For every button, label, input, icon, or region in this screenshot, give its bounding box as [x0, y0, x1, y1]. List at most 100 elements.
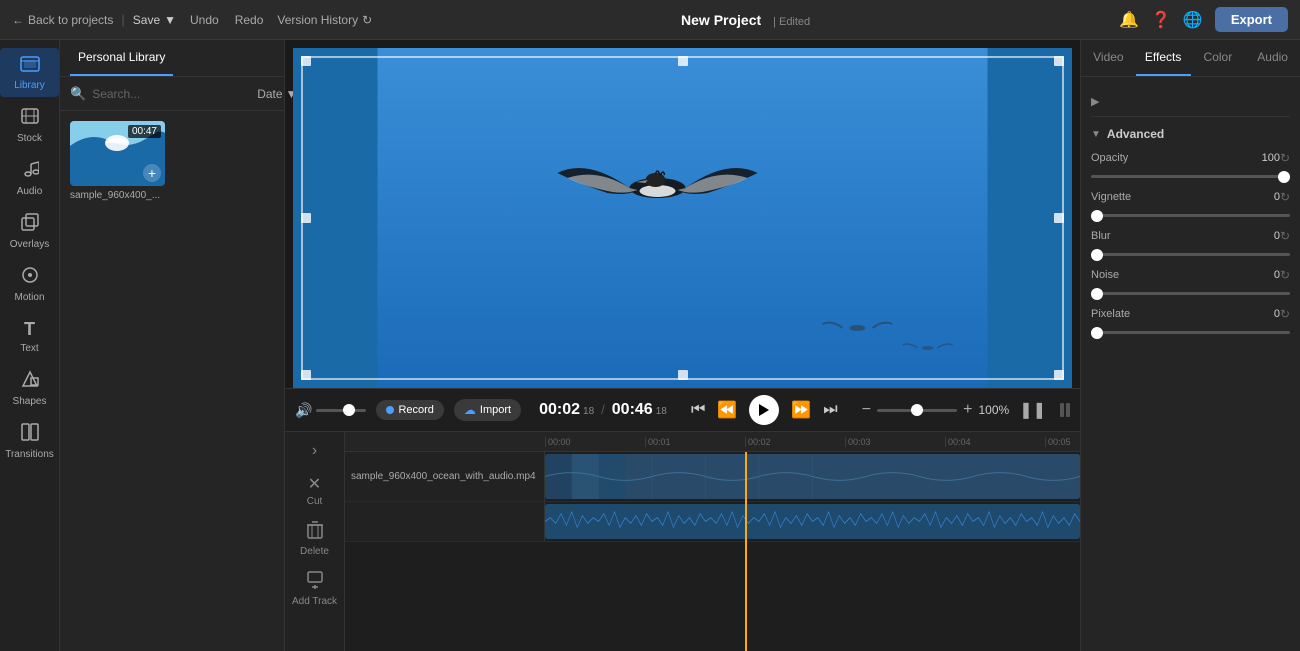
sidebar-item-transitions[interactable]: Transitions [0, 417, 59, 466]
audio-waveform [545, 504, 1080, 539]
opacity-slider[interactable] [1091, 175, 1290, 178]
version-history-button[interactable]: Version History ↻ [277, 13, 372, 27]
library-content: 00:47 + sample_960x400_... [60, 111, 284, 651]
topbar: ← Back to projects | Save ▼ Undo Redo Ve… [0, 0, 1300, 40]
shapes-label: Shapes [13, 396, 47, 407]
sidebar-item-shapes[interactable]: Shapes [0, 364, 59, 413]
tab-audio[interactable]: Audio [1245, 40, 1300, 76]
project-title: New Project | Edited [384, 12, 1107, 28]
add-track-button[interactable]: Add Track [285, 567, 344, 611]
search-input[interactable] [92, 87, 247, 101]
zoom-out-icon[interactable]: − [862, 401, 871, 419]
sidebar-item-audio[interactable]: Audio [0, 154, 59, 203]
thumbnail-add-icon[interactable]: + [143, 164, 161, 182]
resize-handle-tl[interactable] [301, 56, 311, 66]
skip-to-end-button[interactable]: ⏭ [823, 401, 837, 419]
shapes-icon [21, 370, 39, 393]
resize-handle-ml[interactable] [301, 213, 311, 223]
sidebar-item-overlays[interactable]: Overlays [0, 207, 59, 256]
zoom-percent: 100% [978, 403, 1009, 417]
save-button[interactable]: Save ▼ [133, 13, 176, 27]
blur-reset-button[interactable]: ↻ [1280, 229, 1290, 243]
resize-handle-bl[interactable] [301, 370, 311, 380]
timeline-area: › ✕ Cut Delete Add Track [285, 431, 1080, 651]
resize-handle-tr[interactable] [1054, 56, 1064, 66]
fast-forward-button[interactable]: ⏩ [791, 400, 811, 420]
blur-value: 0 [1252, 230, 1280, 242]
transitions-label: Transitions [5, 449, 54, 460]
resize-handle-mr[interactable] [1054, 213, 1064, 223]
divider: | [121, 12, 124, 27]
resize-handle-tm[interactable] [678, 56, 688, 66]
vignette-value: 0 [1252, 191, 1280, 203]
version-label: Version History [277, 13, 358, 27]
advanced-section: ▼ Advanced Opacity 100 ↻ Vignette 0 ↻ [1091, 127, 1290, 334]
skip-to-start-button[interactable]: ⏮ [691, 401, 705, 419]
cut-button[interactable]: ✕ Cut [285, 470, 344, 511]
rewind-button[interactable]: ⏪ [717, 400, 737, 420]
zoom-controls: − + 100% [862, 401, 1009, 419]
vignette-reset-button[interactable]: ↻ [1280, 190, 1290, 204]
undo-button[interactable]: Undo [184, 11, 225, 29]
globe-icon[interactable]: 🌐 [1183, 10, 1203, 30]
back-button[interactable]: ← Back to projects [12, 13, 113, 27]
left-sidebar: Library Stock Audio Overlays Motion [0, 40, 60, 651]
sidebar-item-library[interactable]: Library [0, 48, 59, 97]
topbar-right: 🔔 ❓ 🌐 Export [1119, 7, 1288, 32]
record-button[interactable]: Record [376, 400, 443, 420]
zoom-in-icon[interactable]: + [963, 401, 972, 419]
tab-color[interactable]: Color [1191, 40, 1246, 76]
tab-effects[interactable]: Effects [1136, 40, 1191, 76]
right-panel-content: ▶ ▼ Advanced Opacity 100 ↻ [1081, 77, 1300, 651]
sidebar-item-motion[interactable]: Motion [0, 260, 59, 309]
notifications-icon[interactable]: 🔔 [1119, 10, 1139, 30]
volume-icon[interactable]: 🔊 [295, 402, 312, 419]
sidebar-item-stock[interactable]: Stock [0, 101, 59, 150]
fullscreen-button[interactable]: ❚❚ [1019, 400, 1046, 420]
topbar-left: ← Back to projects | Save ▼ Undo Redo Ve… [12, 11, 372, 29]
back-label: Back to projects [28, 13, 113, 27]
pixelate-slider[interactable] [1091, 331, 1290, 334]
resize-handle-br[interactable] [1054, 370, 1064, 380]
media-thumbnail[interactable]: 00:47 + [70, 121, 165, 186]
help-icon[interactable]: ❓ [1151, 10, 1171, 30]
sidebar-item-text[interactable]: T Text [0, 313, 59, 360]
blur-slider[interactable] [1091, 253, 1290, 256]
video-clip[interactable] [545, 454, 1080, 499]
personal-library-tab[interactable]: Personal Library [70, 40, 173, 76]
text-icon: T [24, 319, 35, 340]
date-label: Date [257, 87, 282, 101]
center-panel: 🔊 Record ☁ Import 00:02 18 / 00:46 18 [285, 40, 1080, 651]
tab-video[interactable]: Video [1081, 40, 1136, 76]
delete-button[interactable]: Delete [285, 517, 344, 561]
pixelate-slider-row [1091, 331, 1290, 334]
opacity-reset-button[interactable]: ↻ [1280, 151, 1290, 165]
cut-label: Cut [307, 496, 323, 507]
redo-button[interactable]: Redo [229, 11, 270, 29]
delete-label: Delete [300, 546, 329, 557]
total-frames: 18 [656, 406, 667, 417]
record-dot [386, 406, 394, 414]
vignette-slider[interactable] [1091, 214, 1290, 217]
noise-reset-button[interactable]: ↻ [1280, 268, 1290, 282]
play-pause-button[interactable] [749, 395, 779, 425]
export-button[interactable]: Export [1215, 7, 1288, 32]
audio-track-content[interactable] [545, 502, 1080, 541]
top-section: ▶ [1091, 87, 1290, 117]
advanced-section-header[interactable]: ▼ Advanced [1091, 127, 1290, 141]
audio-label: Audio [17, 186, 43, 197]
vignette-label: Vignette [1091, 191, 1161, 203]
pixelate-reset-button[interactable]: ↻ [1280, 307, 1290, 321]
library-panel: Personal Library 🔍 Date ▼ ☰ [60, 40, 285, 651]
noise-slider[interactable] [1091, 292, 1290, 295]
ruler-marks: 00:00 00:01 00:02 00:03 00:04 00:05 00:0… [545, 437, 1080, 447]
ruler-mark-1: 00:01 [645, 437, 745, 447]
track-content[interactable] [545, 452, 1080, 501]
track-filename: sample_960x400_ocean_with_audio.mp4 [351, 471, 536, 482]
expand-panel-button[interactable]: › [285, 438, 344, 464]
import-button[interactable]: ☁ Import [454, 399, 521, 421]
resize-handle-bm[interactable] [678, 370, 688, 380]
library-label: Library [14, 80, 45, 91]
zoom-slider[interactable] [877, 409, 957, 412]
volume-slider[interactable] [316, 409, 366, 412]
